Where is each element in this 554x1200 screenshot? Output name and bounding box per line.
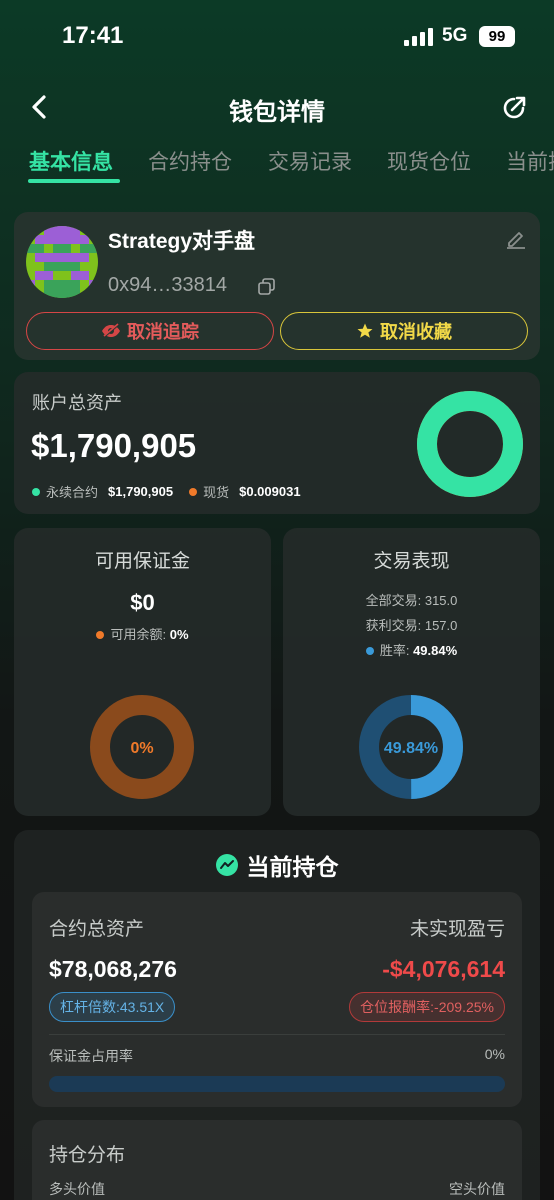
win-ring-label: 49.84%	[384, 740, 438, 757]
perp-dot	[32, 487, 40, 496]
win-rate-dot	[365, 647, 374, 655]
long-value-label: 多头价值	[49, 1181, 105, 1197]
win-rate-value: 49.84%	[413, 643, 458, 658]
spot-label: 现货	[203, 485, 230, 500]
tab-open-orders[interactable]: 当前挂	[506, 146, 554, 176]
contract-summary-card: 合约总资产 未实现盈亏 $78,068,276 -$4,076,614 杠杆倍数…	[32, 892, 522, 1107]
total-assets-card: 账户总资产 $1,790,905 永续合约 $1,790,905 现货 $0.0…	[14, 372, 540, 514]
wallet-address: 0x94…33814	[108, 274, 227, 296]
tab-trade-history[interactable]: 交易记录	[268, 146, 352, 176]
trading-performance-card: 交易表现 全部交易: 315.0 获利交易: 157.0 胜率: 49.84% …	[283, 528, 540, 816]
status-bar: 17:41 5G 99	[0, 0, 554, 72]
avatar	[26, 226, 98, 298]
available-dot	[96, 631, 105, 639]
copy-icon[interactable]	[258, 278, 276, 296]
perp-ring	[417, 391, 523, 497]
current-positions-title: 当前持仓	[246, 854, 339, 880]
margin-ring-label: 0%	[130, 740, 153, 757]
signal-icon	[404, 28, 433, 46]
win-rate-donut-chart: 49.84%	[359, 695, 463, 799]
eye-off-icon	[102, 323, 120, 338]
available-balance-value: 0%	[169, 627, 189, 642]
tab-basic-info[interactable]: 基本信息	[29, 146, 113, 176]
total-trades-row: 全部交易: 315.0	[283, 590, 540, 609]
spot-dot	[189, 487, 198, 496]
short-value-label: 空头价值	[449, 1181, 505, 1197]
tab-bar: 基本信息 合约持仓 交易记录 现货仓位 当前挂	[0, 146, 554, 186]
profile-card: Strategy对手盘 0x94…33814 取消追踪 取消收藏	[14, 212, 540, 360]
total-trades-label: 全部交易:	[365, 593, 422, 608]
available-margin-title: 可用保证金	[94, 551, 190, 572]
margin-usage-bar	[49, 1076, 505, 1092]
winning-trades-label: 获利交易:	[365, 618, 422, 633]
winning-trades-row: 获利交易: 157.0	[283, 615, 540, 634]
active-tab-indicator	[28, 179, 120, 183]
assets-donut-chart	[417, 391, 523, 497]
trend-icon	[215, 854, 238, 876]
share-icon[interactable]	[499, 93, 529, 123]
total-assets-value: $1,790,905	[31, 427, 197, 464]
page-title: 钱包详情	[229, 99, 325, 126]
untrack-button[interactable]: 取消追踪	[26, 312, 274, 350]
roe-badge: 仓位报酬率:-209.25%	[349, 992, 505, 1022]
unrealized-pnl-label: 未实现盈亏	[409, 919, 505, 940]
battery-icon: 99	[479, 26, 515, 47]
edit-icon[interactable]	[504, 226, 528, 250]
unrealized-pnl-value: -$4,076,614	[382, 956, 505, 982]
wallet-name: Strategy对手盘	[108, 230, 256, 253]
margin-donut-chart: 0%	[90, 695, 194, 799]
available-margin-card: 可用保证金 $0 可用余额: 0% 0%	[14, 528, 271, 816]
divider	[49, 1034, 505, 1035]
current-positions-card: 当前持仓 合约总资产 未实现盈亏 $78,068,276 -$4,076,614…	[14, 830, 540, 1200]
star-icon	[357, 323, 373, 338]
win-rate-row: 胜率: 49.84%	[283, 640, 540, 659]
status-time: 17:41	[62, 22, 124, 49]
total-assets-label: 账户总资产	[32, 393, 122, 413]
contract-assets-value: $78,068,276	[49, 956, 177, 982]
spot-value: $0.009031	[239, 484, 301, 499]
leverage-badge: 杠杆倍数:43.51X	[49, 992, 176, 1022]
tab-contract-positions[interactable]: 合约持仓	[148, 146, 232, 176]
margin-usage-value: 0%	[484, 1046, 505, 1062]
current-positions-header: 当前持仓	[14, 848, 540, 882]
contract-assets-label: 合约总资产	[49, 919, 145, 940]
total-trades-value: 315.0	[424, 593, 458, 608]
untrack-label: 取消追踪	[127, 322, 199, 342]
nav-bar: 钱包详情	[0, 86, 554, 130]
network-type: 5G	[442, 25, 468, 46]
position-distribution-card: 持仓分布 多头价值 空头价值	[32, 1120, 522, 1200]
perp-value: $1,790,905	[108, 484, 174, 499]
available-margin-value: $0	[130, 590, 155, 615]
unfavorite-label: 取消收藏	[380, 322, 452, 342]
margin-usage-label: 保证金占用率	[49, 1048, 133, 1064]
perp-label: 永续合约	[46, 485, 99, 500]
available-balance-row: 可用余额: 0%	[14, 624, 271, 643]
tab-spot-positions[interactable]: 现货仓位	[387, 146, 471, 176]
distribution-title: 持仓分布	[49, 1145, 126, 1166]
available-balance-label: 可用余额:	[110, 627, 167, 642]
unfavorite-button[interactable]: 取消收藏	[280, 312, 528, 350]
assets-legend: 永续合约 $1,790,905 现货 $0.009031	[32, 482, 317, 501]
winning-trades-value: 157.0	[424, 618, 458, 633]
performance-title: 交易表现	[373, 551, 450, 572]
win-rate-label: 胜率:	[379, 643, 410, 658]
